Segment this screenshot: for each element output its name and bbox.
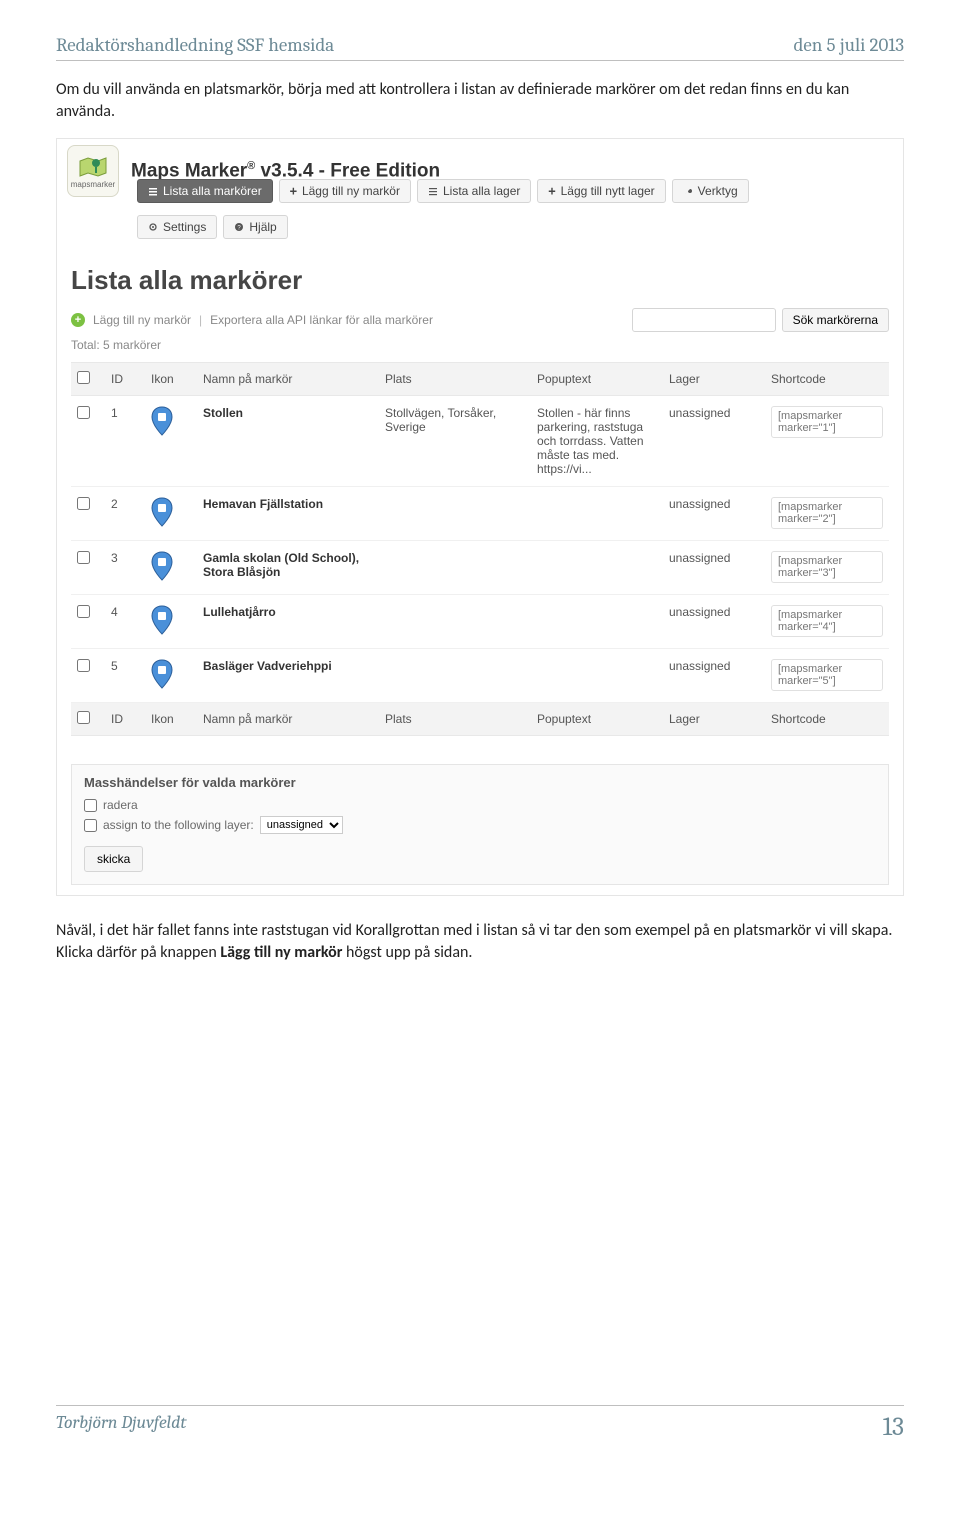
row-checkbox[interactable] bbox=[77, 605, 90, 618]
marker-name-link[interactable]: Hemavan Fjällstation bbox=[203, 497, 323, 511]
row-lager: unassigned bbox=[663, 541, 765, 595]
table-row: 1 Stollen Stollvägen, Torsåker, SverigeSto… bbox=[71, 396, 889, 487]
row-plats bbox=[379, 649, 531, 703]
total-count: Total: 5 markörer bbox=[57, 338, 903, 362]
page-heading: Lista alla markörer bbox=[71, 265, 903, 296]
row-shortcode[interactable]: [mapsmarker marker="5"] bbox=[771, 659, 883, 691]
marker-pin-icon bbox=[151, 551, 173, 581]
col-plats: Plats bbox=[379, 363, 531, 396]
row-lager: unassigned bbox=[663, 649, 765, 703]
add-marker-button[interactable]: +Lägg till ny markör bbox=[279, 179, 411, 203]
tools-button[interactable]: Verktyg bbox=[672, 179, 749, 203]
row-id: 5 bbox=[105, 649, 145, 703]
row-plats bbox=[379, 541, 531, 595]
mass-title: Masshändelser för valda markörer bbox=[84, 775, 876, 790]
settings-button[interactable]: Settings bbox=[137, 215, 217, 239]
doc-header-left: Redaktörshandledning SSF hemsida bbox=[56, 34, 334, 56]
row-popup: Stollen - här finns parkering, raststuga… bbox=[531, 396, 663, 487]
row-id: 2 bbox=[105, 487, 145, 541]
row-plats: Stollvägen, Torsåker, Sverige bbox=[379, 396, 531, 487]
plus-icon: + bbox=[290, 184, 297, 198]
search-input[interactable] bbox=[632, 308, 776, 332]
row-popup bbox=[531, 541, 663, 595]
row-id: 4 bbox=[105, 595, 145, 649]
help-button[interactable]: ? Hjälp bbox=[223, 215, 287, 239]
row-lager: unassigned bbox=[663, 396, 765, 487]
app-screenshot: mapsmarker Maps Marker® v3.5.4 - Free Ed… bbox=[56, 138, 904, 896]
col-name[interactable]: Namn på markör bbox=[197, 363, 379, 396]
row-popup bbox=[531, 649, 663, 703]
row-lager: unassigned bbox=[663, 595, 765, 649]
row-lager: unassigned bbox=[663, 487, 765, 541]
table-row: 5 Basläger Vadveriehppi unassigned[mapsmar… bbox=[71, 649, 889, 703]
col-shortcode: Shortcode bbox=[765, 363, 889, 396]
gear-icon bbox=[148, 222, 158, 232]
marker-name-link[interactable]: Stollen bbox=[203, 406, 243, 420]
row-shortcode[interactable]: [mapsmarker marker="1"] bbox=[771, 406, 883, 438]
mass-delete-option[interactable]: radera bbox=[84, 798, 876, 812]
marker-name-link[interactable]: Basläger Vadveriehppi bbox=[203, 659, 332, 673]
list-layers-button[interactable]: Lista alla lager bbox=[417, 179, 531, 203]
table-row: 3 Gamla skolan (Old School), Stora Blåsjö… bbox=[71, 541, 889, 595]
help-icon: ? bbox=[234, 222, 244, 232]
export-api-link[interactable]: Exportera alla API länkar för alla markö… bbox=[210, 313, 433, 327]
row-checkbox[interactable] bbox=[77, 406, 90, 419]
add-marker-link[interactable]: Lägg till ny markör bbox=[93, 313, 191, 327]
mass-assign-checkbox[interactable] bbox=[84, 819, 97, 832]
row-checkbox[interactable] bbox=[77, 659, 90, 672]
mass-assign-option[interactable]: assign to the following layer: unassigne… bbox=[84, 816, 876, 834]
marker-pin-icon bbox=[151, 406, 173, 436]
add-circle-icon[interactable]: + bbox=[71, 313, 85, 327]
col-lager: Lager bbox=[663, 363, 765, 396]
col-popup: Popuptext bbox=[531, 363, 663, 396]
table-row: 4 Lullehatjårro unassigned[mapsmarker mark… bbox=[71, 595, 889, 649]
toolbar: Lista alla markörer +Lägg till ny markör… bbox=[57, 175, 903, 247]
list-markers-button[interactable]: Lista alla markörer bbox=[137, 179, 273, 203]
outro-paragraph: Nåväl, i det här fallet fanns inte rasts… bbox=[56, 920, 904, 963]
footer-rule bbox=[56, 1405, 904, 1406]
select-all-checkbox[interactable] bbox=[77, 371, 90, 384]
row-popup bbox=[531, 595, 663, 649]
row-shortcode[interactable]: [mapsmarker marker="4"] bbox=[771, 605, 883, 637]
row-id: 1 bbox=[105, 396, 145, 487]
marker-name-link[interactable]: Lullehatjårro bbox=[203, 605, 276, 619]
mass-submit-button[interactable]: skicka bbox=[84, 846, 143, 872]
mapsmarker-logo: mapsmarker bbox=[67, 145, 119, 197]
plus-icon: + bbox=[548, 184, 555, 198]
intro-paragraph: Om du vill använda en platsmarkör, börja… bbox=[56, 79, 904, 122]
row-plats bbox=[379, 595, 531, 649]
mass-actions-box: Masshändelser för valda markörer radera … bbox=[71, 764, 889, 885]
row-shortcode[interactable]: [mapsmarker marker="3"] bbox=[771, 551, 883, 583]
mass-assign-select[interactable]: unassigned bbox=[260, 816, 343, 834]
marker-pin-icon bbox=[151, 497, 173, 527]
row-checkbox[interactable] bbox=[77, 497, 90, 510]
add-layer-button[interactable]: +Lägg till nytt lager bbox=[537, 179, 665, 203]
marker-pin-icon bbox=[151, 659, 173, 689]
col-id[interactable]: ID bbox=[105, 363, 145, 396]
row-plats bbox=[379, 487, 531, 541]
doc-header-right: den 5 juli 2013 bbox=[794, 34, 905, 56]
markers-table: ID Ikon Namn på markör Plats Popuptext L… bbox=[71, 362, 889, 736]
header-rule bbox=[56, 60, 904, 61]
marker-name-link[interactable]: Gamla skolan (Old School), Stora Blåsjön bbox=[203, 551, 359, 579]
wrench-icon bbox=[683, 186, 693, 196]
select-all-footer-checkbox[interactable] bbox=[77, 711, 90, 724]
col-ikon: Ikon bbox=[145, 363, 197, 396]
row-popup bbox=[531, 487, 663, 541]
row-id: 3 bbox=[105, 541, 145, 595]
list-icon bbox=[428, 186, 438, 196]
search-button[interactable]: Sök markörerna bbox=[782, 308, 889, 332]
table-row: 2 Hemavan Fjällstation unassigned[mapsmark… bbox=[71, 487, 889, 541]
mass-delete-checkbox[interactable] bbox=[84, 799, 97, 812]
marker-pin-icon bbox=[151, 605, 173, 635]
page-number: 13 bbox=[883, 1412, 904, 1442]
footer-author: Torbjörn Djuvfeldt bbox=[56, 1412, 187, 1442]
row-shortcode[interactable]: [mapsmarker marker="2"] bbox=[771, 497, 883, 529]
row-checkbox[interactable] bbox=[77, 551, 90, 564]
